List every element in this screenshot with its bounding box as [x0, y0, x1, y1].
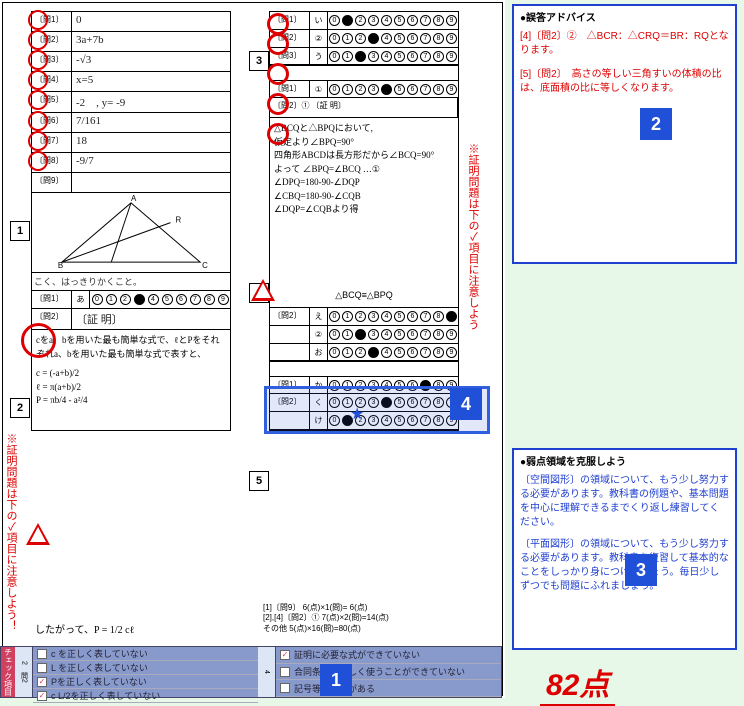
grade-triangle-icon [26, 523, 50, 545]
conclusion-equation: したがって、P = 1/2 cℓ [35, 621, 134, 636]
star-icon: ★ [350, 404, 364, 424]
checklist-section-2: 4 [258, 647, 276, 697]
checklist-section-1: 2 問2 [15, 647, 33, 697]
callout-3: 3 [625, 554, 657, 586]
svg-text:B: B [58, 261, 63, 270]
scoring-summary: [1]〔問9〕 6(点)×1(問)= 6(点) [2],[4]〔問2〕① 7(点… [263, 603, 389, 634]
callout-4: 4 [450, 388, 482, 420]
svg-text:C: C [202, 261, 208, 270]
section-num-5: 5 [249, 471, 269, 491]
section-num-3: 3 [249, 51, 269, 71]
total-score: 82点 [540, 660, 615, 706]
answer-column-right: 〔問1〕い023456789 〔問2〕②012456789 〔問3〕う01345… [269, 11, 459, 431]
checklist-vlabel: チェック項目 [1, 647, 15, 697]
callout-1: 1 [320, 664, 352, 696]
proof-text-2: cをa、bを用いた最も簡単な式で、ℓとPをそれぞれa、bを用いた最も簡単な式で表… [32, 330, 230, 430]
checklist-left: c を正しく表していない L を正しく表していない ✓Pを正しく表していない ✓… [33, 647, 258, 697]
scan-instruction: こく、はっきりかくこと。 [32, 273, 230, 291]
svg-text:R: R [175, 216, 181, 225]
svg-text:A: A [131, 194, 137, 203]
grade-circle-icon [21, 323, 56, 358]
proof-text-4: △BCQと△BPQにおいて, 仮定より∠BPQ=90° 四角形ABCDは長方形だ… [270, 118, 458, 288]
worksheet-scan: 1 2 3 4 5 〔問1〕0 〔問2〕3a+7b 〔問3〕-√3 〔問4〕x=… [0, 0, 505, 698]
grade-circle-icon [267, 13, 289, 35]
advice-panel-top: ●誤答アドバイス [4]〔問2〕② △BCR：△CRQ＝BR：RQとなります。 … [512, 4, 737, 264]
grade-circle-icon [267, 33, 289, 55]
advice-panel-bottom: ●弱点領域を克服しよう 〔空間図形〕の領域について、もう少し努力する必要がありま… [512, 448, 737, 650]
vertical-note-left: ※証明問題は下の✓項目に注意しよう！ [3, 433, 19, 631]
checklist-panel: チェック項目 2 問2 c を正しく表していない L を正しく表していない ✓P… [0, 646, 502, 698]
grade-circle-icon [267, 123, 289, 145]
answer-column-left: 〔問1〕0 〔問2〕3a+7b 〔問3〕-√3 〔問4〕x=5 〔問5〕-2 ,… [31, 11, 231, 431]
triangle-diagram: A B C R [32, 193, 230, 273]
section-num-2: 2 [10, 398, 30, 418]
vertical-note-right: ※証明問題は下の✓項目に注意しよう [465, 143, 481, 330]
grade-triangle-icon [251, 279, 275, 301]
section-num-1: 1 [10, 221, 30, 241]
checklist-right: ✓証明に必要な式ができていない 合同条件を正しく使うことができていない 記号等に… [276, 647, 501, 697]
callout-2: 2 [640, 108, 672, 140]
grade-circle-icon [267, 63, 289, 85]
grade-circle-icon [267, 93, 289, 115]
